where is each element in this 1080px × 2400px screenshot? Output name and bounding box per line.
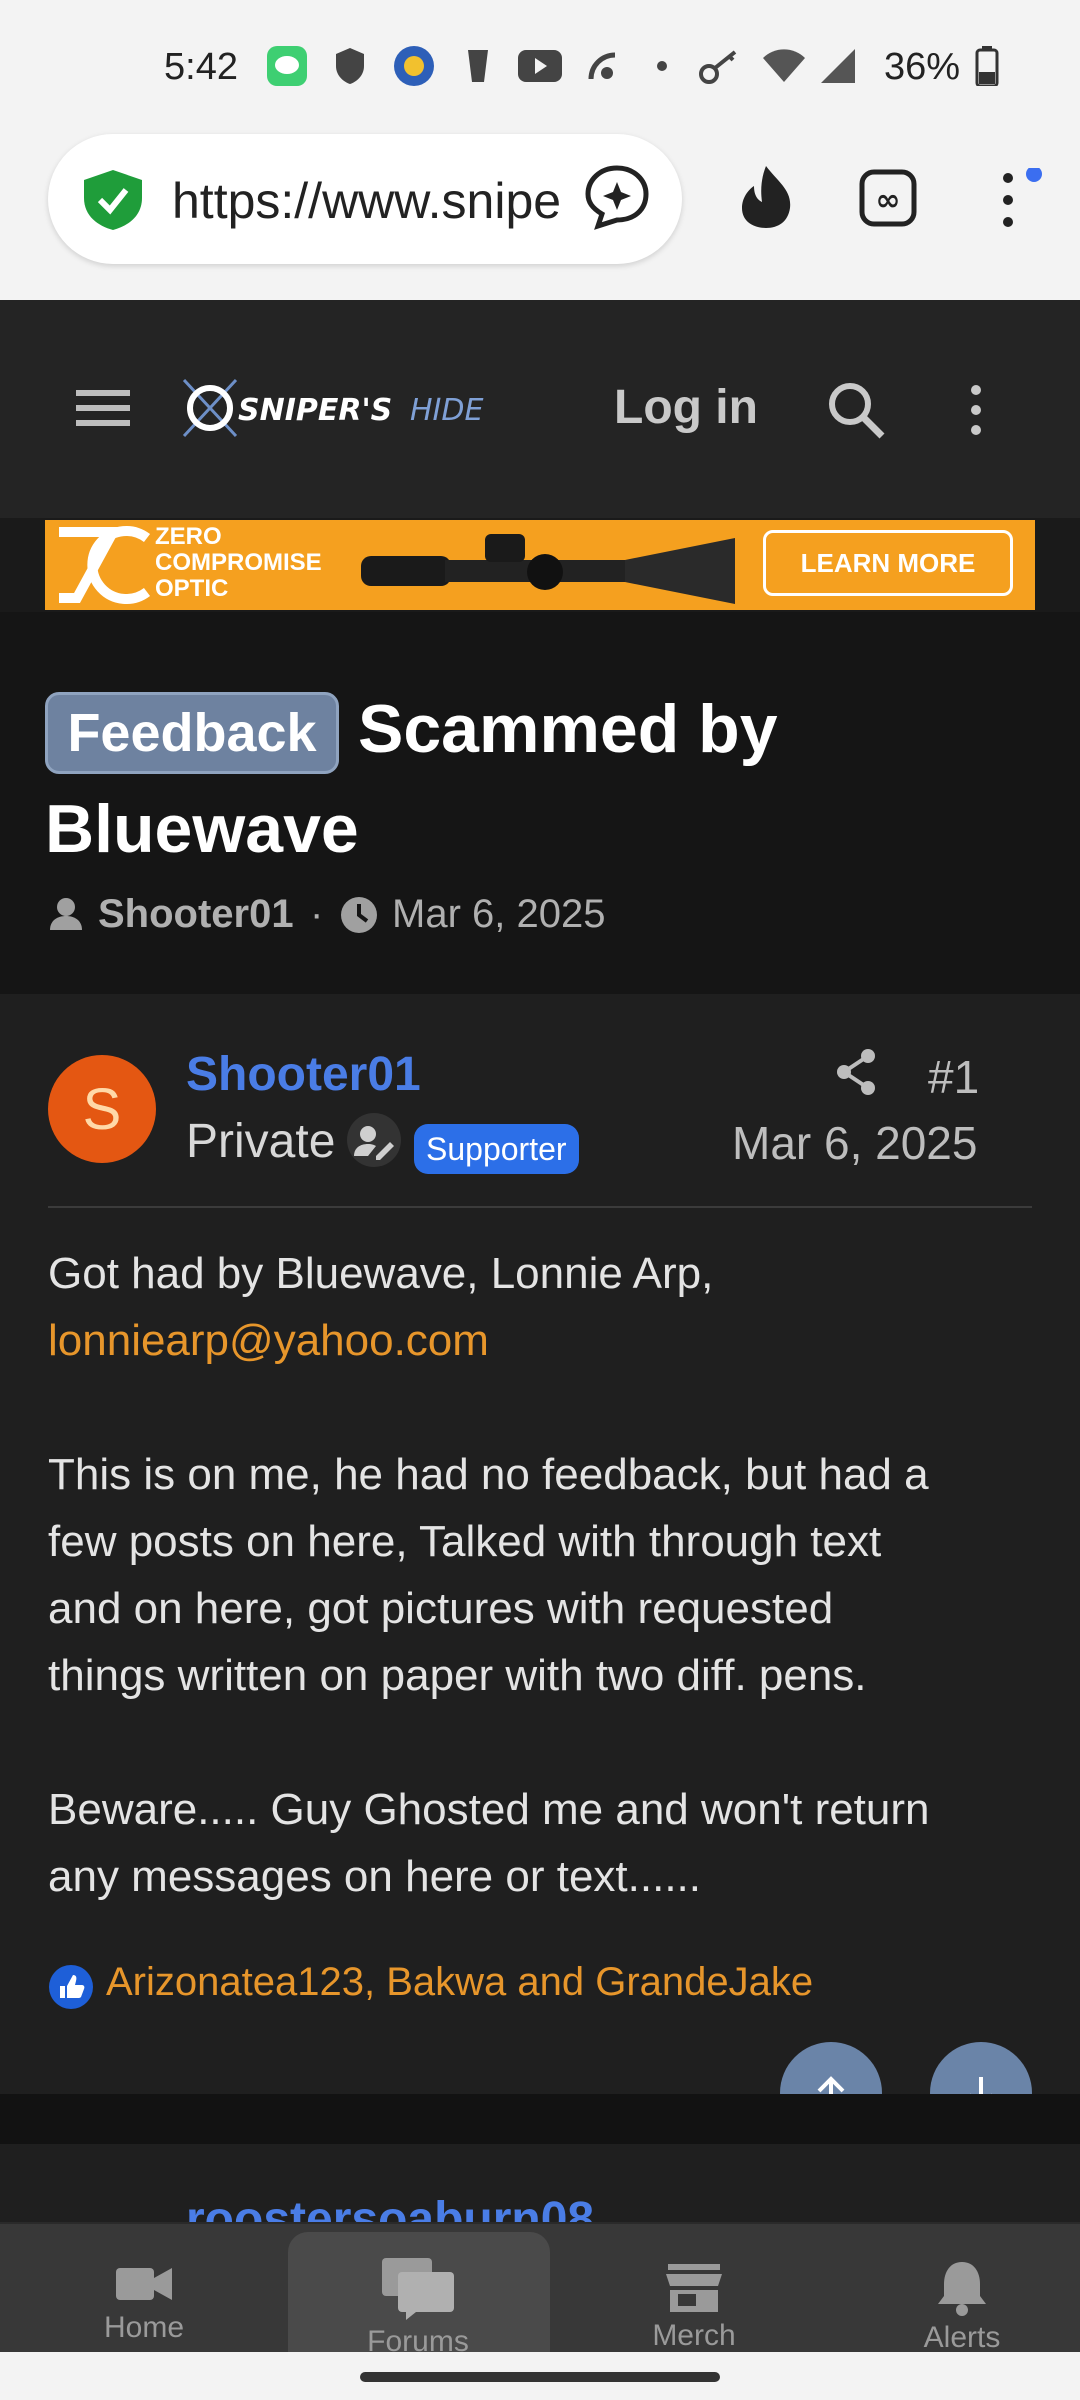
wifi-icon [760,46,808,86]
post-line: This is on me, he had no feedback, but h… [48,1450,929,1499]
user-rank: Private [186,1115,336,1168]
nav-merch[interactable]: Merch [594,2262,794,2353]
signal-icon [818,46,858,86]
post-body: Got had by Bluewave, Lonnie Arp, lonniea… [48,1240,1038,1910]
learn-more-button[interactable]: LEARN MORE [763,530,1013,596]
svg-text:∞: ∞ [876,183,901,218]
user-icon [48,896,84,937]
thread-title-line2: Bluewave [45,791,359,867]
meta-separator: · [310,892,324,936]
thread-author[interactable]: Shooter01 [98,892,294,937]
share-icon[interactable] [834,1048,878,1101]
app-icon [390,46,438,86]
edit-user-icon [346,1112,402,1173]
ai-assistant-icon[interactable] [584,164,650,235]
scope-image [361,534,735,604]
post-line: Got had by Bluewave, Lonnie Arp, [48,1249,714,1298]
post-number[interactable]: #1 [928,1050,979,1104]
site-more-icon[interactable] [964,380,988,445]
login-link[interactable]: Log in [614,380,758,435]
avatar[interactable]: S [48,1055,156,1163]
dot-icon [652,46,672,86]
like-reaction-icon[interactable] [48,1964,94,2015]
shield-status-icon [330,46,370,86]
post-gap [0,2094,1080,2144]
search-icon[interactable] [826,380,886,445]
email-link[interactable]: lonniearp@yahoo.com [48,1307,1038,1374]
nav-alerts[interactable]: Alerts [862,2258,1062,2355]
nav-forums[interactable]: Forums [318,2256,518,2359]
thread-date[interactable]: Mar 6, 2025 [392,892,605,937]
key-icon [698,46,742,86]
supporter-badge: Supporter [414,1124,579,1174]
battery-icon [972,46,1002,86]
bell-icon [938,2262,986,2316]
post-line: few posts on here, Talked with through t… [48,1517,882,1566]
status-time: 5:42 [164,46,238,88]
battery-percent: 36% [884,46,961,88]
post-divider [48,1206,1032,1208]
home-gesture-bar[interactable] [360,2372,720,2382]
forums-icon [382,2258,454,2320]
video-icon [116,2268,172,2300]
youtube-icon [516,46,564,86]
fire-icon[interactable] [736,164,796,235]
thread-title-line1: Scammed by [358,691,778,767]
post-line: and on here, got pictures with requested [48,1584,834,1633]
status-bar: 5:42 36% [0,0,1080,130]
store-icon [666,2264,722,2312]
post-line: Beware..... Guy Ghosted me and won't ret… [48,1785,930,1834]
svg-text:HIDE: HIDE [410,393,484,428]
nav-label: Home [103,2311,185,2344]
site-logo[interactable]: SNIPER'S HIDE [178,372,522,444]
clock-icon [340,896,378,939]
nav-home[interactable]: Home [44,2262,244,2345]
nav-label: Merch [652,2319,736,2352]
ad-banner[interactable]: ZERO COMPROMISE OPTIC LEARN MORE [45,520,1035,610]
post-username[interactable]: Shooter01 [186,1047,421,1102]
post-line: things written on paper with two diff. p… [48,1651,867,1700]
reaction-users[interactable]: Arizonatea123, Bakwa and GrandeJake [106,1960,813,2005]
secure-shield-icon[interactable] [80,168,146,237]
cup-icon [462,46,494,86]
post-date[interactable]: Mar 6, 2025 [732,1116,977,1170]
ad-brand-text: ZERO COMPROMISE OPTIC [155,523,322,602]
feedback-prefix-tag[interactable]: Feedback [45,692,339,774]
app-icon [584,46,620,86]
site-header [0,300,1080,518]
message-app-icon [264,46,310,86]
url-text[interactable]: https://www.snipe [172,172,562,230]
tab-switcher-icon[interactable]: ∞ [858,168,918,233]
hamburger-menu-icon[interactable] [74,386,134,435]
post-line: any messages on here or text...... [48,1852,701,1901]
browser-menu-icon[interactable] [998,166,1042,239]
nav-label: Alerts [923,2321,1001,2354]
svg-text:SNIPER'S: SNIPER'S [238,393,392,428]
